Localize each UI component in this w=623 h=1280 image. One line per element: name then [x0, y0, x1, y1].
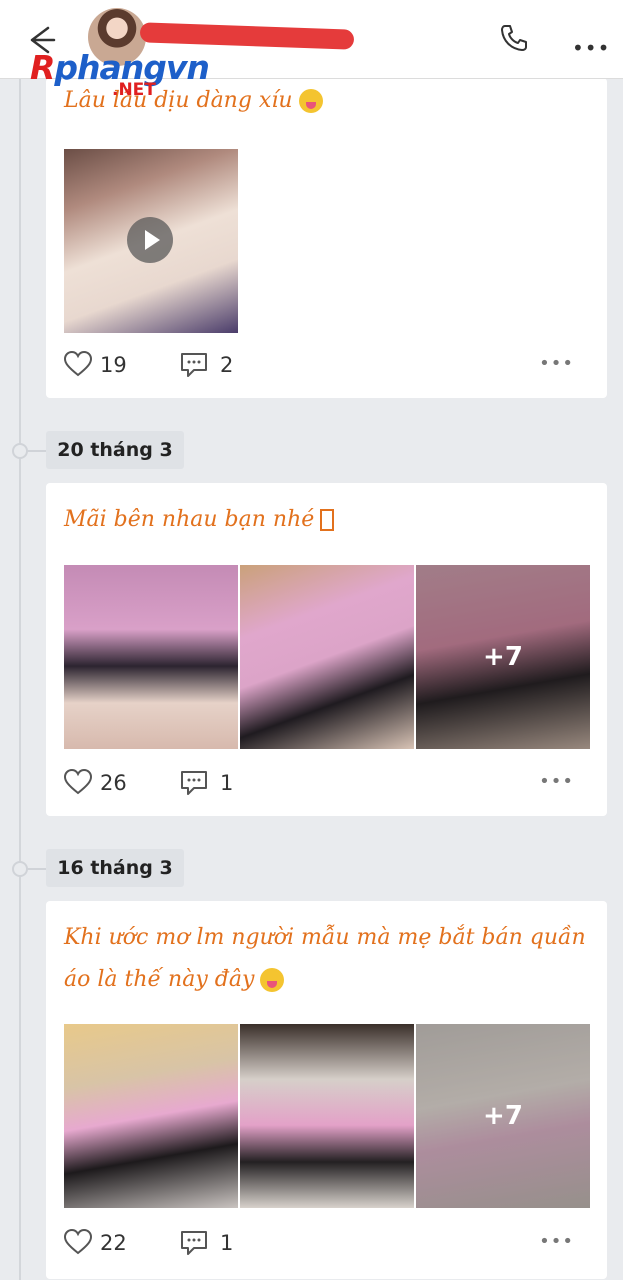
date-label: 16 tháng 3	[46, 849, 184, 887]
post-caption: áo là thế này đây	[64, 959, 285, 1001]
more-photos-count[interactable]: +7	[416, 565, 590, 749]
post-actions: 26 1 •••	[64, 763, 590, 803]
watermark-net: .NET	[112, 80, 156, 100]
emoji-placeholder-icon	[320, 509, 335, 531]
photo-grid: +7	[64, 565, 590, 749]
play-icon[interactable]	[127, 217, 173, 263]
photo-grid: +7	[64, 1024, 590, 1208]
photo[interactable]	[240, 565, 414, 749]
post-caption: Khi ước mơ lm người mẫu mà mẹ bắt bán qu…	[64, 925, 586, 950]
like-count: 19	[100, 353, 127, 377]
more-horizontal-icon[interactable]: •••	[572, 36, 610, 60]
post-more-icon[interactable]: •••	[539, 353, 574, 374]
comment-icon[interactable]	[180, 770, 208, 796]
timeline-line	[19, 78, 21, 1280]
comment-count: 2	[220, 353, 234, 377]
post-card: Mãi bên nhau bạn nhé +7 26 1 •••	[46, 483, 607, 816]
post-actions: 22 1 •••	[64, 1223, 590, 1263]
like-count: 22	[100, 1231, 127, 1255]
phone-icon[interactable]	[498, 22, 530, 54]
top-bar: ••• Rphangvn	[0, 0, 623, 87]
comment-count: 1	[220, 1231, 234, 1255]
photo[interactable]	[64, 1024, 238, 1208]
emoji-icon	[260, 968, 285, 992]
photo[interactable]: +7	[416, 1024, 590, 1208]
post-card: Lâu lâu dịu dàng xíu 19 2 •••	[46, 78, 607, 398]
photo[interactable]: +7	[416, 565, 590, 749]
photo[interactable]	[240, 1024, 414, 1208]
date-label: 20 tháng 3	[46, 431, 184, 469]
redacted-name	[139, 22, 355, 50]
timeline-connector	[26, 450, 46, 452]
video-thumbnail[interactable]	[64, 149, 238, 333]
timeline-connector	[26, 868, 46, 870]
heart-icon[interactable]	[64, 1229, 92, 1255]
post-more-icon[interactable]: •••	[539, 771, 574, 792]
post-more-icon[interactable]: •••	[539, 1231, 574, 1252]
post-actions: 19 2 •••	[64, 345, 590, 385]
comment-icon[interactable]	[180, 1230, 208, 1256]
comment-count: 1	[220, 771, 234, 795]
more-photos-count[interactable]: +7	[416, 1024, 590, 1208]
post-caption: Mãi bên nhau bạn nhé	[64, 499, 335, 541]
heart-icon[interactable]	[64, 351, 92, 377]
comment-icon[interactable]	[180, 352, 208, 378]
photo[interactable]	[64, 565, 238, 749]
post-card: Khi ước mơ lm người mẫu mà mẹ bắt bán qu…	[46, 901, 607, 1279]
heart-icon[interactable]	[64, 769, 92, 795]
emoji-icon	[298, 89, 323, 113]
like-count: 26	[100, 771, 127, 795]
